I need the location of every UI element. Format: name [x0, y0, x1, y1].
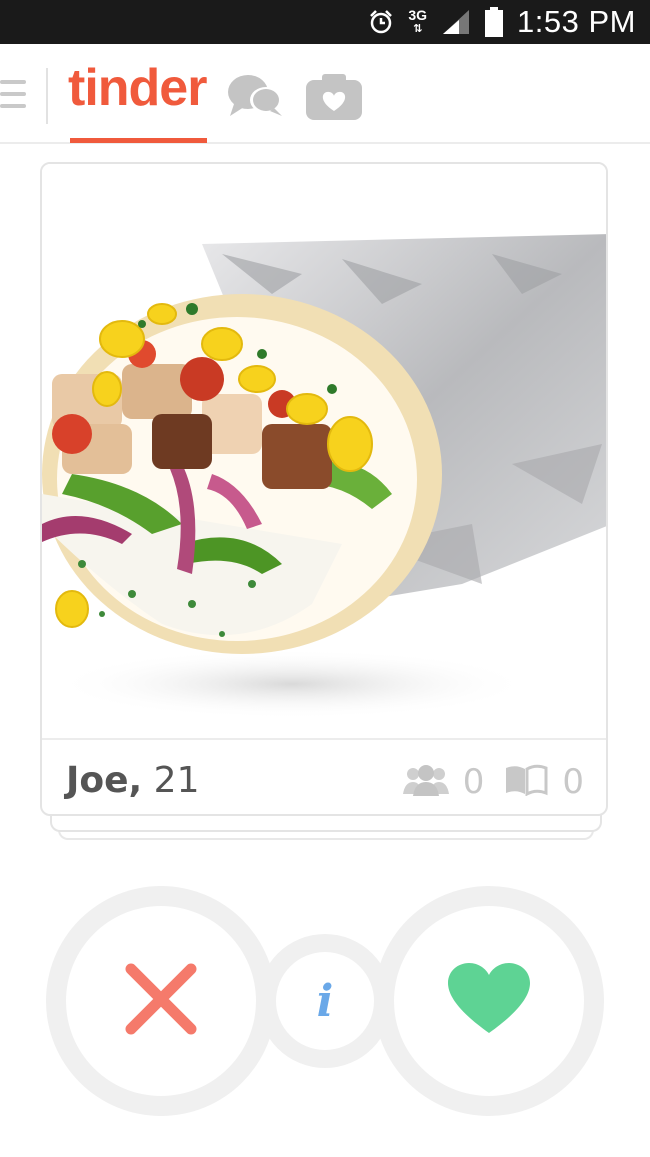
close-icon: [123, 961, 199, 1042]
menu-icon[interactable]: [0, 80, 26, 108]
profile-name: Joe,: [66, 760, 143, 801]
status-bar: 3G ⇅ 1:53 PM: [0, 0, 650, 44]
book-icon: [504, 764, 548, 801]
shared-stats: 0 0: [402, 762, 584, 802]
dislike-button-ring: [46, 886, 276, 1116]
signal-icon: [441, 8, 471, 36]
profile-age: 21: [153, 760, 200, 801]
tinder-logo[interactable]: tinder: [68, 58, 207, 118]
network-3g-icon: 3G ⇅: [408, 7, 428, 35]
dislike-button[interactable]: [66, 906, 256, 1096]
app-header: tinder: [0, 44, 650, 144]
profile-photo[interactable]: [42, 164, 606, 738]
friends-icon: [402, 764, 449, 801]
shared-friends-count: 0: [462, 762, 485, 802]
info-button[interactable]: i: [276, 952, 374, 1050]
status-time: 1:53 PM: [517, 4, 636, 39]
battery-icon: [485, 7, 504, 37]
alarm-icon: [368, 9, 394, 35]
info-icon: i: [316, 975, 334, 1027]
like-button[interactable]: [394, 906, 584, 1096]
like-button-ring: [374, 886, 604, 1116]
active-tab-indicator: [70, 138, 207, 143]
profile-name-age: Joe, 21: [66, 760, 199, 801]
camera-icon[interactable]: [304, 70, 364, 127]
chat-icon[interactable]: [226, 72, 286, 127]
card-footer: Joe, 21 0 0: [42, 738, 606, 814]
info-button-ring: i: [258, 934, 392, 1068]
heart-icon: [448, 962, 530, 1040]
header-divider: [46, 68, 48, 124]
shared-interests-count: 0: [562, 762, 584, 802]
profile-card[interactable]: Joe, 21 0 0: [40, 162, 608, 816]
network-type-label: 3G: [408, 7, 428, 23]
